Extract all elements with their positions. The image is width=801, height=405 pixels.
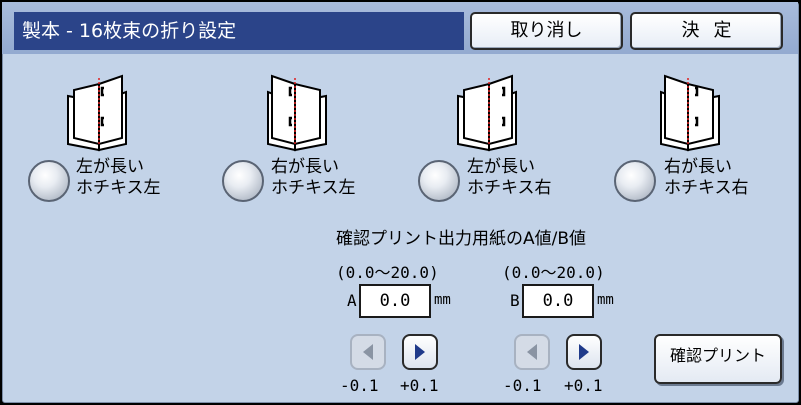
triangle-left-icon [363,344,373,360]
option-left-long-staple-left-radio[interactable] [28,160,70,202]
option-left-long-staple-left-label: 左が長い ホチキス左 [76,157,161,198]
a-label: A [347,291,357,310]
book-left-long-staple-right-icon [457,74,517,152]
option-right-long-staple-left-radio[interactable] [222,160,264,202]
a-decrement-button[interactable] [350,334,386,370]
b-unit: mm [597,292,614,308]
book-left-long-staple-left-icon [67,74,127,152]
triangle-right-icon [415,344,425,360]
b-range-text: (0.0～20.0) [502,263,605,282]
ok-button[interactable]: 決定 [630,12,783,50]
triangle-left-icon [527,344,537,360]
b-decrement-label: -0.1 [503,376,542,395]
a-increment-label: +0.1 [400,376,439,395]
b-label: B [510,291,520,310]
b-increment-label: +0.1 [564,376,603,395]
a-decrement-label: -0.1 [340,376,379,395]
confirm-print-button[interactable]: 確認プリント [654,334,782,384]
title-bar: 製本 - 16枚束の折り設定 取り消し 決定 [2,2,798,54]
option-right-long-staple-right-radio[interactable] [614,160,656,202]
option-left-long-staple-right-radio[interactable] [418,160,460,202]
a-range-text: (0.0～20.0) [336,263,439,282]
book-right-long-staple-right-icon [660,74,720,152]
b-value-field[interactable]: 0.0 [522,284,594,318]
dialog-title: 製本 - 16枚束の折り設定 [14,12,464,50]
b-decrement-button[interactable] [514,334,550,370]
book-right-long-staple-left-icon [267,74,327,152]
option-right-long-staple-right-label: 右が長い ホチキス右 [664,157,749,198]
a-unit: mm [434,292,451,308]
a-increment-button[interactable] [402,334,438,370]
option-left-long-staple-right-label: 左が長い ホチキス右 [467,157,552,198]
a-value-field[interactable]: 0.0 [359,284,431,318]
paper-heading: 確認プリント出力用紙のA値/B値 [336,229,587,249]
option-right-long-staple-left-label: 右が長い ホチキス左 [271,157,356,198]
triangle-right-icon [579,344,589,360]
b-increment-button[interactable] [566,334,602,370]
cancel-button[interactable]: 取り消し [470,12,623,50]
